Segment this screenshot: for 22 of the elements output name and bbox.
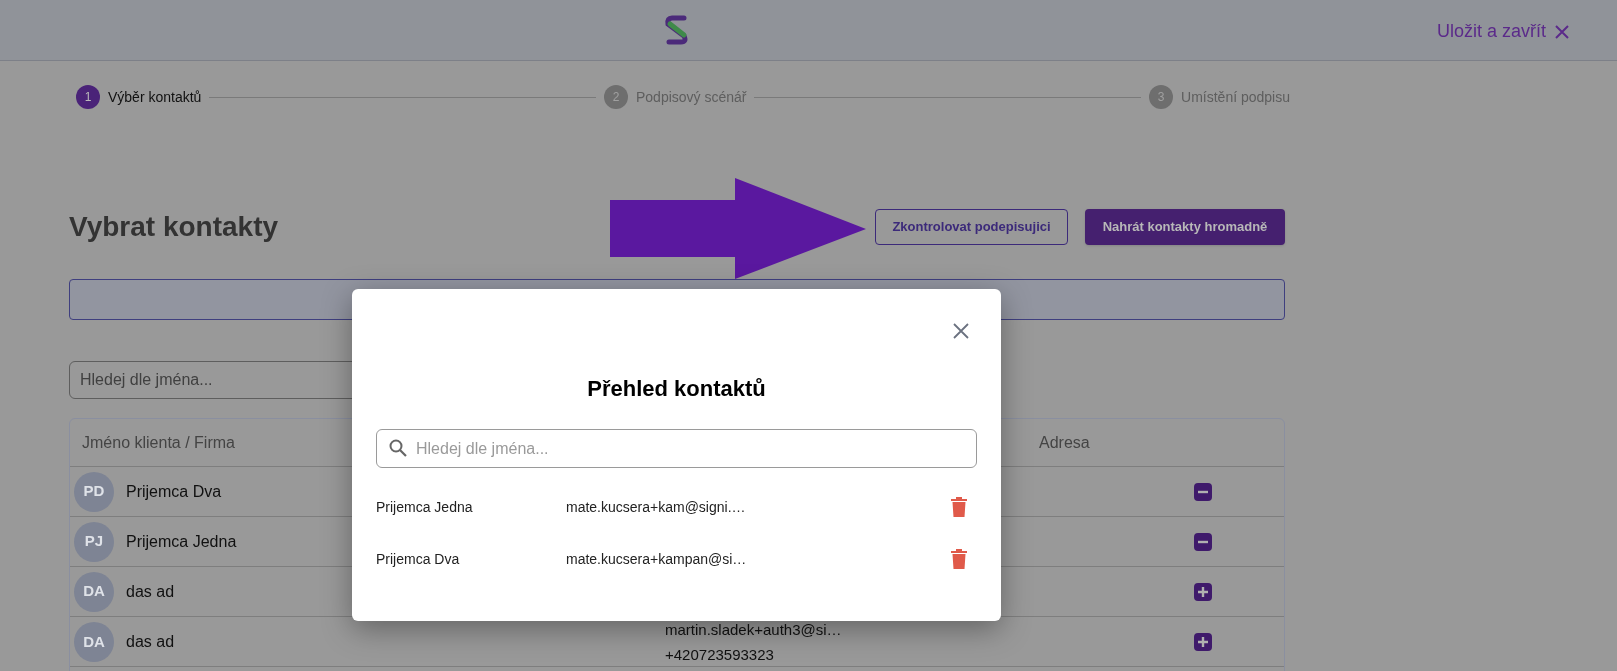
avatar: PD (74, 471, 114, 512)
step-label: Podpisový scénář (635, 87, 747, 107)
column-header: Adresa (1039, 432, 1090, 453)
step-label: Umístění podpisu (1181, 87, 1290, 107)
step-label: Výběr kontaktů (108, 87, 202, 107)
contact-name: das ad (126, 581, 175, 602)
column-header: Jméno klienta / Firma (82, 432, 235, 453)
contact-name: Prijemca Dva (126, 481, 222, 502)
contact-name: das ad (126, 632, 175, 652)
step-number: 1 (76, 85, 100, 109)
contact-detail: martin.sladek+auth3@si… (665, 620, 843, 640)
avatar: PJ (74, 521, 114, 562)
avatar: DA (74, 571, 114, 612)
avatar: DA (74, 622, 114, 662)
contact-name: Prijemca Jedna (376, 497, 474, 517)
contact-detail: +420723593323 (665, 645, 775, 665)
page-title: Vybrat kontakty (69, 210, 280, 244)
contact-name: Prijemca Jedna (126, 531, 237, 552)
contact-name: Prijemca Dva (376, 549, 461, 569)
dialog-title: Přehled kontaktů (586, 375, 767, 403)
contact-email: mate.kucsera+kampan@si… (566, 549, 748, 569)
contact-email: mate.kucsera+kam@signi.… (566, 497, 747, 517)
